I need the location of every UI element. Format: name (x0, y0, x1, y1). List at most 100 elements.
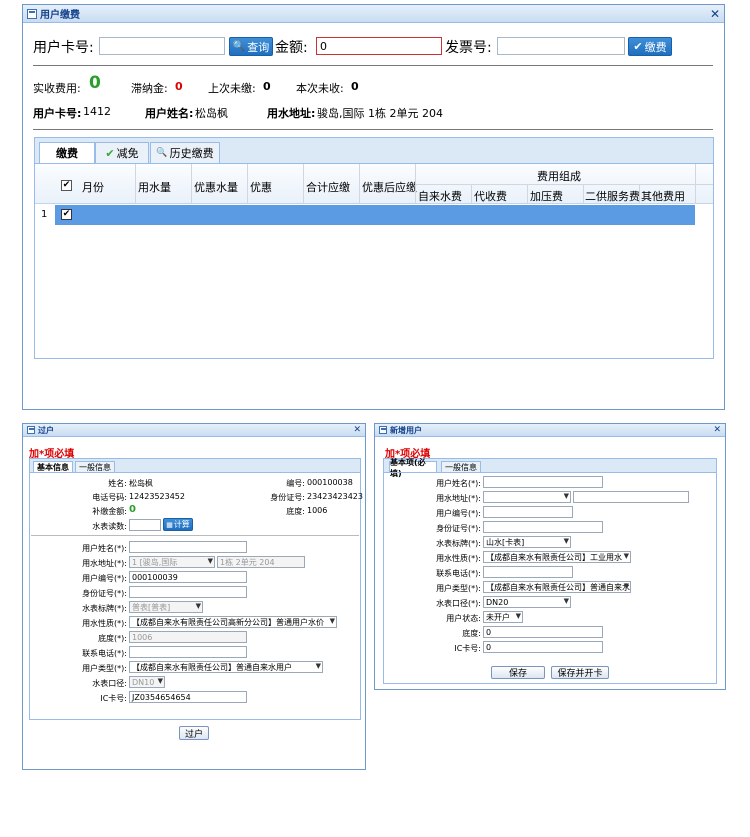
nu-status-select[interactable]: 未开户 ▼ (483, 611, 523, 623)
save-open-card-button[interactable]: 保存并开卡 (551, 666, 609, 679)
col-collection-fee: 代收费 (474, 190, 507, 203)
chevron-down-icon: ▼ (207, 557, 213, 565)
table-row[interactable]: 1 ✔ (35, 205, 713, 225)
nu-number-label: 用户编号(*): (436, 509, 481, 518)
nu-base-input[interactable]: 0 (483, 626, 603, 638)
nu-number-input[interactable] (483, 506, 573, 518)
calculate-button[interactable]: ▦ 计算 (163, 518, 193, 531)
tab-history[interactable]: 🔍 历史缴费 (150, 142, 220, 163)
amount-input[interactable] (316, 37, 442, 55)
address-detail-input[interactable]: 1栋 2单元 204 (217, 556, 305, 568)
query-button[interactable]: 🔍 查询 (229, 37, 273, 56)
header-checkbox[interactable]: ✔ (61, 180, 72, 191)
user-card-value: 1412 (83, 105, 111, 118)
col-other-fee: 其他费用 (641, 190, 685, 203)
nu-meter-type-select[interactable]: 山水[卡表] ▼ (483, 536, 571, 548)
grid-divider (583, 184, 584, 204)
calculate-label: 计算 (173, 520, 190, 529)
form-caliber-label: 水表口径: (92, 679, 127, 688)
window-title: 用户缴费 (40, 10, 80, 21)
calculator-icon: ▦ (166, 520, 173, 529)
grid-divider (471, 184, 472, 204)
pay-button[interactable]: ✔ 缴费 (628, 37, 672, 56)
nu-caliber-select[interactable]: DN20 ▼ (483, 596, 571, 608)
info-name-label: 姓名: (108, 479, 127, 488)
info-phone-label: 电话号码: (92, 493, 127, 502)
grid-divider (303, 164, 304, 204)
actual-fee-value: 0 (89, 73, 101, 93)
chevron-down-icon: ▼ (329, 617, 335, 625)
window-icon (27, 8, 37, 19)
transfer-submit-button[interactable]: 过户 (179, 726, 209, 740)
idcard-input[interactable] (129, 586, 247, 598)
tab-pay[interactable]: 缴费 (39, 142, 95, 163)
water-nature-select[interactable]: 【成都自来水有限责任公司高新分公司】普通用户水价 ▼ (129, 616, 337, 628)
col-group-fees: 费用组成 (537, 170, 581, 183)
card-input[interactable] (99, 37, 225, 55)
invoice-input[interactable] (497, 37, 625, 55)
user-type-select[interactable]: 【成都自来水有限责任公司】普通自来水用户 ▼ (129, 661, 323, 673)
caliber-value: DN10 (132, 677, 155, 687)
check-icon: ✔ (633, 40, 643, 53)
nu-address-select[interactable]: ▼ (483, 491, 571, 503)
base-input[interactable]: 1006 (129, 631, 247, 643)
nu-nature-label: 用水性质(*): (436, 554, 481, 563)
form-name-label: 用户姓名(*): (82, 544, 127, 553)
transfer-title: 过户 (38, 425, 54, 435)
chevron-down-icon: ▼ (515, 612, 521, 620)
info-supplement-label: 补缴金额: (92, 507, 127, 516)
phone-input[interactable] (129, 646, 247, 658)
new-user-window: 新增用户 ✕ 加*项必填 基本项(必填) 一般信息 用户姓名(*): 用水地址(… (374, 423, 726, 690)
info-name-value: 松岛枫 (129, 479, 153, 488)
nu-status-label: 用户状态: (446, 614, 481, 623)
invoice-label: 发票号: (445, 40, 492, 56)
nu-address-detail-input[interactable] (573, 491, 689, 503)
col-usage: 用水量 (138, 181, 171, 194)
address-select[interactable]: 1 [骏岛,国际 ▼ (129, 556, 215, 568)
water-nature-value: 【成都自来水有限责任公司高新分公司】普通用户水价 (132, 617, 324, 627)
amount-label: 金额: (275, 40, 308, 56)
nu-idcard-input[interactable] (483, 521, 603, 533)
nu-meter-type-label: 水表标牌(*): (436, 539, 481, 548)
nu-user-type-value: 【成都自来水有限责任公司】普通自来水用 (486, 582, 631, 592)
nu-caliber-label: 水表口径(*): (436, 599, 481, 608)
meter-reading-input[interactable] (129, 519, 161, 531)
close-icon[interactable]: ✕ (713, 425, 721, 435)
transfer-window: 过户 ✕ 加*项必填 基本信息 一般信息 姓名: 松岛枫 编号: 0001000… (22, 423, 366, 770)
ic-card-input[interactable]: JZ0354654654 (129, 691, 247, 703)
nu-user-type-select[interactable]: 【成都自来水有限责任公司】普通自来水用 ▼ (483, 581, 631, 593)
grid-divider (639, 184, 640, 204)
top-divider (33, 65, 713, 66)
nu-name-input[interactable] (483, 476, 603, 488)
close-icon[interactable]: ✕ (353, 425, 361, 435)
info-base-label: 底度: (286, 507, 305, 516)
save-button[interactable]: 保存 (491, 666, 545, 679)
nu-name-label: 用户姓名(*): (436, 479, 481, 488)
nu-nature-select[interactable]: 【成都自来水有限责任公司】工业用水 ▼ (483, 551, 631, 563)
info-idcard-label: 身份证号: (270, 493, 305, 502)
info-supplement-value: 0 (129, 504, 136, 515)
payment-window: 用户缴费 ✕ 用户卡号: 🔍 查询 金额: 发票号: ✔ 缴费 实收费用: 0 … (22, 4, 725, 410)
query-button-label: 查询 (247, 40, 270, 54)
info-phone-value: 12423523452 (129, 492, 185, 501)
user-name-value: 松岛枫 (195, 107, 228, 120)
meter-type-select[interactable]: 普表[普表] ▼ (129, 601, 203, 613)
form-address-label: 用水地址(*): (82, 559, 127, 568)
nu-phone-input[interactable] (483, 566, 573, 578)
nu-phone-label: 联系电话(*): (436, 569, 481, 578)
row-checkbox[interactable]: ✔ (61, 209, 72, 220)
user-name-input[interactable] (129, 541, 247, 553)
tab-discount[interactable]: ✔ 减免 (95, 142, 149, 163)
group-divider (416, 184, 713, 185)
user-number-input[interactable]: 000100039 (129, 571, 247, 583)
caliber-select[interactable]: DN10 ▼ (129, 676, 165, 688)
close-icon[interactable]: ✕ (710, 7, 720, 21)
address-select-value: 1 [骏岛,国际 (132, 557, 178, 567)
user-type-value: 【成都自来水有限责任公司】普通自来水用户 (132, 662, 292, 672)
chevron-down-icon: ▼ (563, 597, 569, 605)
nu-ic-input[interactable]: 0 (483, 641, 603, 653)
info-base-value: 1006 (307, 506, 328, 515)
form-base-label: 底度(*): (98, 634, 127, 643)
payment-titlebar: 用户缴费 ✕ (23, 5, 724, 23)
form-number-label: 用户编号(*): (82, 574, 127, 583)
